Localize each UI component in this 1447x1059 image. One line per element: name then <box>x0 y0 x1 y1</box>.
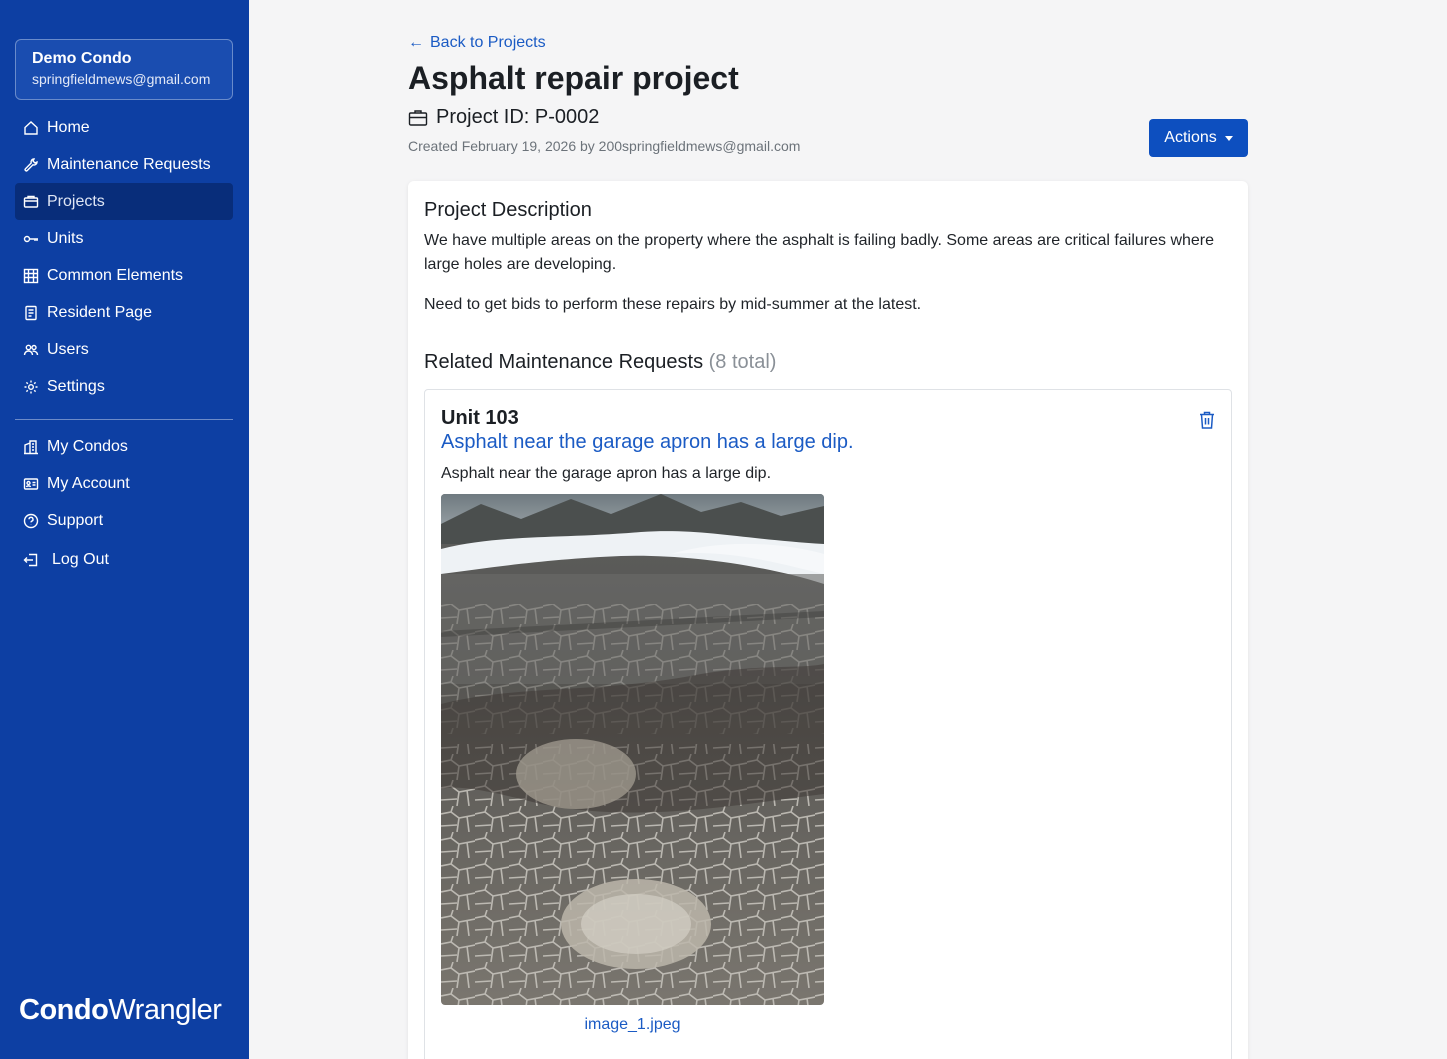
arrow-left-icon: ← <box>408 34 424 51</box>
document-icon <box>23 305 39 321</box>
condo-switcher[interactable]: Demo Condo springfieldmews@gmail.com <box>15 39 233 100</box>
nav-item-resident-page[interactable]: Resident Page <box>15 294 233 331</box>
nav-item-units[interactable]: Units <box>15 220 233 257</box>
created-info: Created February 19, 2026 by 200springfi… <box>408 138 801 154</box>
folder-icon <box>23 194 39 210</box>
condo-email: springfieldmews@gmail.com <box>32 71 211 87</box>
caret-down-icon <box>1224 135 1233 141</box>
request-description: Asphalt near the garage apron has a larg… <box>441 465 772 482</box>
back-to-projects-link[interactable]: ← Back to Projects <box>408 34 546 52</box>
nav-divider <box>15 419 233 420</box>
nav-item-label: Units <box>47 229 84 247</box>
project-id: Project ID: P-0002 <box>408 106 599 129</box>
nav-item-settings[interactable]: Settings <box>15 368 233 405</box>
nav-item-maintenance-requests[interactable]: Maintenance Requests <box>15 146 233 183</box>
related-count: (8 total) <box>708 351 777 373</box>
actions-dropdown-button[interactable]: Actions <box>1149 119 1248 157</box>
nav-item-log-out[interactable]: Log Out <box>15 541 233 578</box>
nav-item-my-condos[interactable]: My Condos <box>15 428 233 465</box>
nav-item-label: Log Out <box>52 550 109 568</box>
id-card-icon <box>23 476 39 492</box>
nav-item-label: Home <box>47 118 90 136</box>
page-title: Asphalt repair project <box>408 60 739 96</box>
description-paragraph: Need to get bids to perform these repair… <box>424 296 922 313</box>
home-icon <box>23 120 39 136</box>
briefcase-icon <box>408 109 428 126</box>
account-nav: My Condos My Account Support Log Out <box>15 428 233 578</box>
main-nav: Home Maintenance Requests Projects Units… <box>15 109 233 405</box>
logout-icon <box>23 552 39 568</box>
asphalt-photo <box>441 494 824 1005</box>
logo-bold: Condo <box>19 994 109 1026</box>
trash-icon[interactable] <box>1198 410 1216 430</box>
users-icon <box>23 342 39 358</box>
request-photo[interactable] <box>441 494 824 1005</box>
nav-item-projects[interactable]: Projects <box>15 183 233 220</box>
request-title-link[interactable]: Asphalt near the garage apron has a larg… <box>441 431 854 454</box>
description-paragraph: We have multiple areas on the property w… <box>424 232 1215 273</box>
sidebar: Demo Condo springfieldmews@gmail.com Hom… <box>0 0 249 1059</box>
related-requests-heading: Related Maintenance Requests (8 total) <box>424 351 776 374</box>
nav-item-label: Users <box>47 340 89 358</box>
nav-item-common-elements[interactable]: Common Elements <box>15 257 233 294</box>
nav-item-label: Projects <box>47 192 105 210</box>
attachment-link[interactable]: image_1.jpeg <box>441 1016 824 1034</box>
maintenance-request-card: Unit 103 Asphalt near the garage apron h… <box>424 389 1232 1059</box>
project-card: Project Description We have multiple are… <box>408 181 1248 1059</box>
back-link-label: Back to Projects <box>430 34 546 51</box>
actions-label: Actions <box>1164 129 1217 146</box>
condo-name: Demo Condo <box>32 50 132 67</box>
description-heading: Project Description <box>424 199 592 221</box>
gear-icon <box>23 379 39 395</box>
nav-item-home[interactable]: Home <box>15 109 233 146</box>
nav-item-support[interactable]: Support <box>15 502 233 539</box>
nav-item-label: Support <box>47 511 104 529</box>
nav-item-label: Resident Page <box>47 303 152 321</box>
nav-item-label: Common Elements <box>47 266 184 284</box>
nav-item-label: My Account <box>47 474 130 492</box>
app-logo[interactable]: CondoWrangler <box>19 994 222 1027</box>
nav-item-label: Settings <box>47 377 105 395</box>
question-circle-icon <box>23 513 39 529</box>
project-id-text: Project ID: P-0002 <box>436 106 600 128</box>
nav-item-label: Maintenance Requests <box>47 155 211 173</box>
buildings-icon <box>23 439 39 455</box>
wrench-icon <box>23 157 39 173</box>
key-icon <box>23 231 39 247</box>
nav-item-users[interactable]: Users <box>15 331 233 368</box>
request-unit: Unit 103 <box>441 407 519 429</box>
nav-item-label: My Condos <box>47 437 128 455</box>
nav-item-my-account[interactable]: My Account <box>15 465 233 502</box>
related-heading-text: Related Maintenance Requests <box>424 351 704 373</box>
building-grid-icon <box>23 268 39 284</box>
logo-light: Wrangler <box>108 994 222 1026</box>
